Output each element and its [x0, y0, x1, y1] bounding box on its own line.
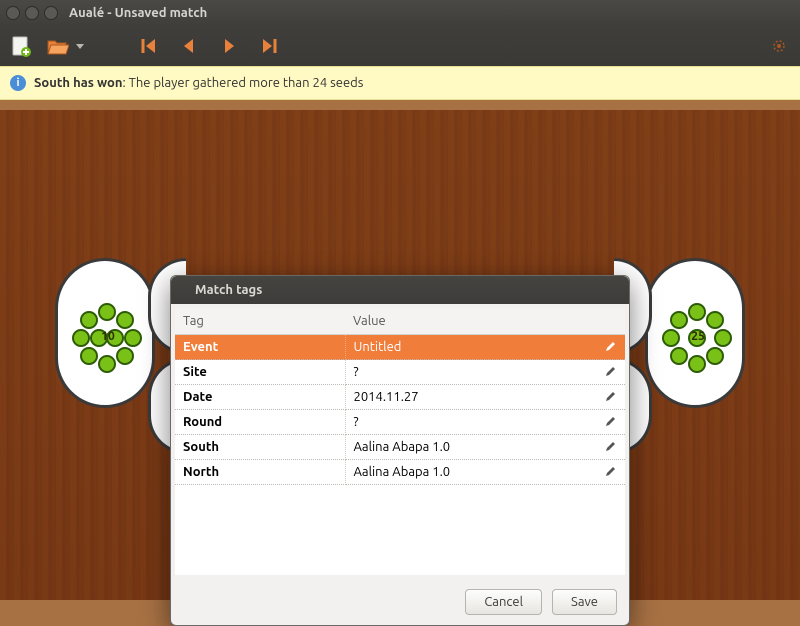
window-close-icon[interactable] — [6, 6, 20, 20]
step-back-icon[interactable] — [176, 33, 202, 59]
table-row[interactable]: EventUntitled — [175, 335, 625, 360]
col-tag: Tag — [175, 308, 345, 335]
value-cell[interactable]: ? — [345, 410, 625, 435]
table-row[interactable]: NorthAalina Abapa 1.0 — [175, 460, 625, 485]
dialog-titlebar: Match tags — [171, 276, 629, 304]
open-file-icon[interactable] — [44, 33, 70, 59]
left-store-count: 10 — [98, 326, 118, 346]
edit-icon[interactable] — [604, 340, 617, 353]
tag-cell: Round — [175, 410, 345, 435]
edit-icon[interactable] — [604, 390, 617, 403]
value-cell[interactable]: 2014.11.27 — [345, 385, 625, 410]
table-row[interactable]: Site? — [175, 360, 625, 385]
dialog-title: Match tags — [195, 283, 262, 297]
value-cell[interactable]: Untitled — [345, 335, 625, 360]
edit-icon[interactable] — [604, 365, 617, 378]
table-row[interactable]: SouthAalina Abapa 1.0 — [175, 435, 625, 460]
settings-icon[interactable] — [766, 33, 792, 59]
edit-icon[interactable] — [604, 465, 617, 478]
goto-first-icon[interactable] — [136, 33, 162, 59]
right-store-pit[interactable]: 25 — [645, 258, 745, 408]
value-cell[interactable]: Aalina Abapa 1.0 — [345, 435, 625, 460]
toolbar — [0, 26, 800, 66]
new-file-icon[interactable] — [8, 33, 34, 59]
window-title: Aualé - Unsaved match — [69, 6, 207, 20]
window-minimize-icon[interactable] — [25, 6, 39, 20]
value-cell[interactable]: ? — [345, 360, 625, 385]
banner-detail: : The player gathered more than 24 seeds — [122, 76, 363, 90]
left-store-pit[interactable]: 10 — [55, 258, 155, 408]
save-button[interactable]: Save — [552, 589, 617, 615]
table-row[interactable]: Date2014.11.27 — [175, 385, 625, 410]
tag-cell: North — [175, 460, 345, 485]
table-row[interactable]: Round? — [175, 410, 625, 435]
goto-last-icon[interactable] — [256, 33, 282, 59]
tags-table: Tag Value EventUntitledSite?Date2014.11.… — [175, 308, 625, 485]
edit-icon[interactable] — [604, 440, 617, 453]
game-board: 10 25 Match tags Tag Val — [0, 110, 800, 600]
table-empty-space — [175, 485, 625, 575]
banner-text: South has won: The player gathered more … — [34, 76, 363, 90]
right-store-count: 25 — [688, 326, 708, 346]
cancel-button[interactable]: Cancel — [465, 589, 542, 615]
open-dropdown-caret-icon[interactable] — [76, 44, 84, 49]
tag-cell: Site — [175, 360, 345, 385]
banner-strong: South has won — [34, 76, 122, 90]
tag-cell: Event — [175, 335, 345, 360]
edit-icon[interactable] — [604, 415, 617, 428]
match-tags-dialog: Match tags Tag Value EventUntitledSite?D… — [170, 275, 630, 626]
col-value: Value — [345, 308, 625, 335]
window-maximize-icon[interactable] — [44, 6, 58, 20]
info-icon: i — [10, 75, 26, 91]
step-forward-icon[interactable] — [216, 33, 242, 59]
tag-cell: South — [175, 435, 345, 460]
status-banner: i South has won: The player gathered mor… — [0, 66, 800, 100]
main-titlebar: Aualé - Unsaved match — [0, 0, 800, 26]
value-cell[interactable]: Aalina Abapa 1.0 — [345, 460, 625, 485]
tag-cell: Date — [175, 385, 345, 410]
